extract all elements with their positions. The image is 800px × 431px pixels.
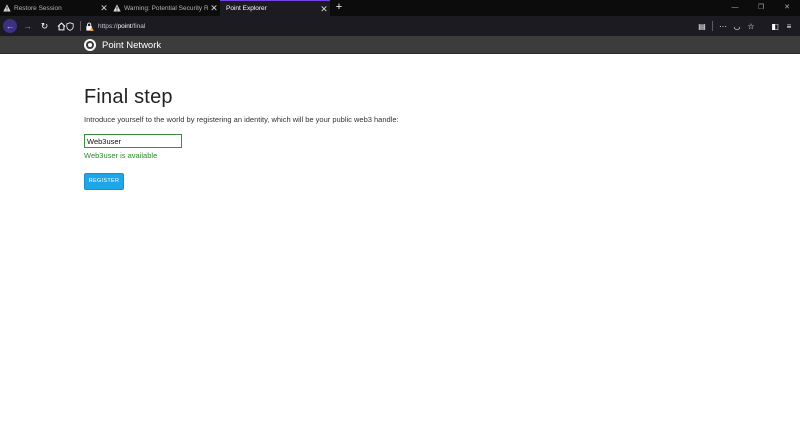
tab-title: Restore Session <box>14 4 62 12</box>
window-controls: — ❐ ✕ <box>722 0 800 16</box>
toolbar-right: ▤ ··· ◡ ☆ ◧ ≡ <box>695 16 796 36</box>
url-bar[interactable]: https://point/final <box>66 19 784 33</box>
identity-input[interactable] <box>84 134 182 148</box>
back-arrow-icon[interactable]: ← <box>3 19 17 33</box>
intro-text: Introduce yourself to the world by regis… <box>84 115 399 124</box>
shield-icon[interactable] <box>66 21 74 31</box>
tab-strip: Restore Session ✕ Warning: Potential Sec… <box>0 0 800 16</box>
brand-name[interactable]: Point Network <box>102 40 161 51</box>
close-icon[interactable]: ✕ <box>98 0 110 16</box>
pocket-icon[interactable]: ◡ <box>730 22 744 31</box>
url-text: https://point/final <box>98 22 146 30</box>
registration-form: Final step Introduce yourself to the wor… <box>84 86 684 190</box>
tab-title: Warning: Potential Security Ri <box>124 4 208 12</box>
tab-title: Point Explorer <box>226 5 267 12</box>
divider <box>80 21 81 31</box>
point-logo-icon[interactable] <box>84 39 96 51</box>
tab-security-warning[interactable]: Warning: Potential Security Ri ✕ <box>110 0 220 16</box>
close-icon[interactable]: ✕ <box>208 0 220 16</box>
minimize-icon[interactable]: — <box>722 0 748 16</box>
register-button[interactable]: REGISTER <box>84 172 124 190</box>
forward-arrow-icon[interactable]: → <box>21 20 34 33</box>
restore-icon[interactable]: ❐ <box>748 0 774 16</box>
page-title: Final step <box>84 86 173 108</box>
lock-warning-icon[interactable] <box>85 22 94 31</box>
hamburger-menu-icon[interactable]: ≡ <box>782 22 796 31</box>
site-header: Point Network <box>0 36 800 54</box>
availability-message: Web3user is available <box>84 150 158 160</box>
reload-icon[interactable]: ↻ <box>38 20 51 33</box>
more-menu-icon[interactable]: ··· <box>716 22 730 31</box>
close-icon[interactable]: ✕ <box>318 1 330 16</box>
sidebar-icon[interactable]: ◧ <box>768 22 782 31</box>
tab-point-explorer[interactable]: Point Explorer ✕ <box>220 0 330 16</box>
close-window-icon[interactable]: ✕ <box>774 0 800 16</box>
bookmark-star-icon[interactable]: ☆ <box>744 22 758 31</box>
divider <box>712 21 713 31</box>
warning-icon <box>113 4 121 12</box>
new-tab-button[interactable]: + <box>332 0 346 16</box>
nav-bar: ← → ↻ https://point/final ▤ ··· ◡ ☆ ◧ ≡ <box>0 16 800 36</box>
warning-icon <box>3 4 11 12</box>
reader-view-icon[interactable]: ▤ <box>695 22 709 31</box>
tab-restore-session[interactable]: Restore Session ✕ <box>0 0 110 16</box>
